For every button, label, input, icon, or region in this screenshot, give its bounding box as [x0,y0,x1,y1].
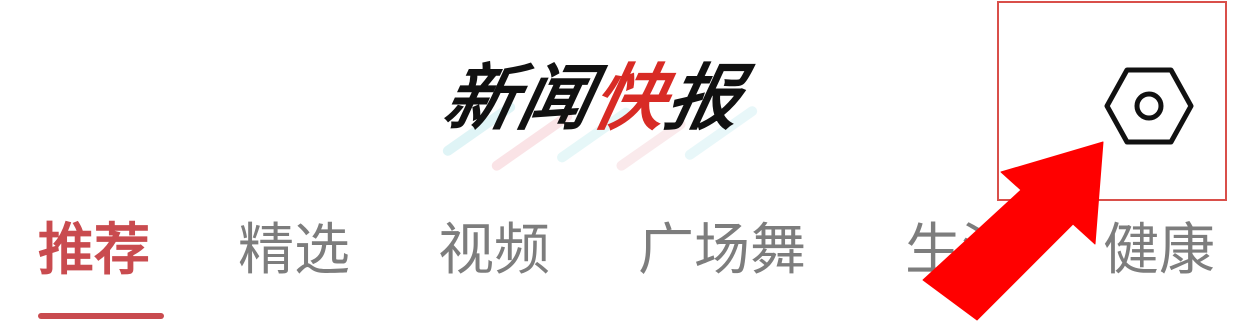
settings-icon [1104,67,1194,145]
logo-part-1: 新闻 [437,56,603,140]
active-tab-indicator [38,313,164,319]
news-express-logo: 新闻快报 [420,50,840,173]
category-tabs: 推荐 精选 视频 广场舞 生活 健康 [0,205,1243,330]
settings-button[interactable] [1103,60,1195,152]
tab-life[interactable]: 生活 [905,223,1017,279]
tab-videos[interactable]: 视频 [438,223,550,279]
app-header: 新闻快报 [0,0,1243,201]
logo-text: 新闻快报 [437,56,751,140]
tab-recommended[interactable]: 推荐 [38,223,150,279]
tab-featured[interactable]: 精选 [238,223,350,279]
tab-square-dance[interactable]: 广场舞 [638,223,806,279]
tab-health[interactable]: 健康 [1103,223,1215,279]
